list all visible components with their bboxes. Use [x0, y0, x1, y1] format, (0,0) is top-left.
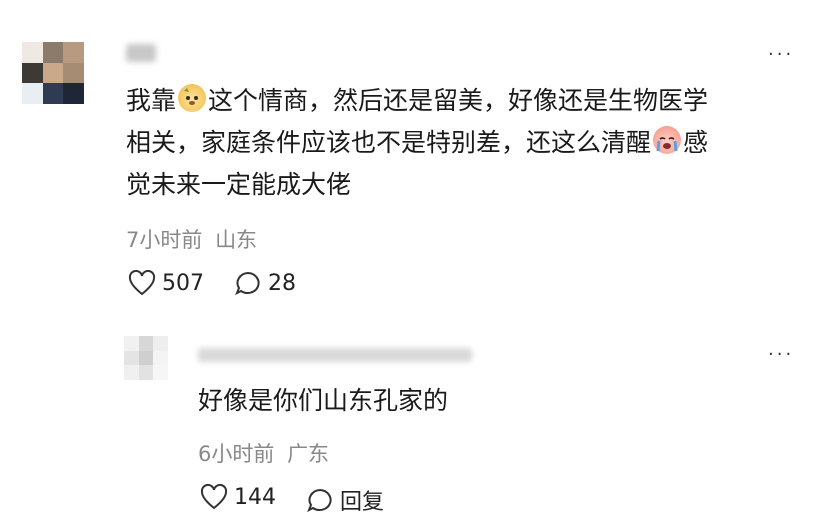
- comment-location: 山东: [215, 228, 258, 252]
- reply-time: 6小时前: [198, 442, 275, 466]
- comment-text-line3: 觉未来一定能成大佬: [126, 170, 352, 199]
- comment-meta: 7小时前 山东: [126, 224, 257, 254]
- more-options-icon[interactable]: ···: [768, 46, 794, 64]
- heart-icon: [200, 484, 228, 510]
- comment-time: 7小时前: [126, 228, 203, 252]
- heart-icon: [128, 270, 156, 296]
- comment-text-line2-start: 相关，家庭条件应该也不是特别差，还这么清醒: [126, 128, 652, 157]
- reply-avatar[interactable]: [124, 336, 168, 380]
- reply-count-button[interactable]: 28: [234, 270, 296, 296]
- reply-more-options-icon[interactable]: ···: [768, 346, 794, 364]
- reply-button[interactable]: 回复: [306, 484, 384, 516]
- reply-like-button[interactable]: 144: [200, 484, 276, 510]
- crying-face-emoji-icon: [653, 126, 682, 154]
- comment-text: 我靠 这个情商，然后还是留美，好像还是生物医学 相关，家庭条件应该也不是特别差，还…: [126, 80, 796, 206]
- reply-like-count: 144: [234, 484, 276, 510]
- comment-text-line1-end: 这个情商，然后还是留美，好像还是生物医学: [208, 86, 709, 115]
- reply-username-blurred[interactable]: [198, 348, 472, 362]
- reply-count: 28: [268, 270, 296, 296]
- reply-location: 广东: [287, 442, 330, 466]
- like-button[interactable]: 507: [128, 270, 204, 296]
- reply-text: 好像是你们山东孔家的: [198, 386, 449, 415]
- avatar[interactable]: [22, 42, 84, 104]
- dog-face-emoji-icon: [178, 84, 207, 112]
- username-blurred[interactable]: [126, 44, 156, 62]
- comment-text-line2-end: 感: [683, 128, 709, 157]
- comment-text-line1-start: 我靠: [126, 86, 177, 115]
- reply-meta: 6小时前 广东: [198, 438, 329, 468]
- like-count: 507: [162, 270, 204, 296]
- comment-bubble-icon: [235, 271, 260, 296]
- comment-bubble-icon: [307, 488, 332, 513]
- reply-button-label: 回复: [340, 490, 385, 515]
